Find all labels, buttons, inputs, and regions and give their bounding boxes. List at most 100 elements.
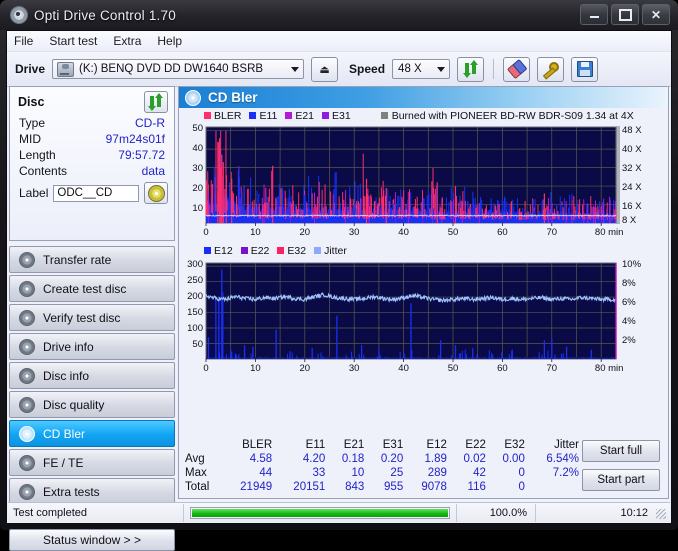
sidebar-item-label: Disc quality [43, 397, 105, 412]
eject-button[interactable]: ⏏ [311, 56, 339, 82]
chart2-xtick: 60 [497, 363, 508, 374]
legend-e12: E12 [204, 245, 233, 257]
status-window-label: Status window > > [42, 533, 142, 547]
stats-row-label: Avg [185, 453, 205, 465]
legend-label: E22 [250, 244, 270, 257]
chart1-xtick: 0 [203, 227, 208, 238]
legend-e32: E32 [277, 245, 306, 257]
sidebar-item-drive-info[interactable]: Drive info [9, 333, 175, 360]
settings-button[interactable] [537, 56, 565, 82]
disc-refresh-button[interactable] [144, 91, 168, 113]
legend-swatch [249, 112, 257, 119]
burn-note-label: Burned with PIONEER BD-RW BDR-S09 1.34 a… [391, 109, 634, 122]
stats-col-e21: E21 [343, 439, 365, 451]
refresh-icon [462, 60, 478, 78]
sidebar-item-fe-te[interactable]: FE / TE [9, 449, 175, 476]
sidebar-item-create-test-disc[interactable]: Create test disc [9, 275, 175, 302]
chart1-y2tick: 8 X [622, 215, 637, 226]
sidebar-item-verify-test-disc[interactable]: Verify test disc [9, 304, 175, 331]
chart1-ytick: 40 [192, 143, 203, 154]
maximize-button[interactable] [611, 4, 639, 25]
disc-row-mid: MID 97m24s01f [10, 131, 174, 147]
legend-swatch [240, 247, 248, 254]
legend-label: E21 [295, 109, 315, 122]
disc-row-type: Type CD-R [10, 115, 174, 131]
disc-icon [19, 338, 35, 355]
chart1-xtick: 30 [349, 227, 360, 238]
refresh-button[interactable] [457, 56, 485, 82]
sidebar-item-disc-quality[interactable]: Disc quality [9, 391, 175, 418]
client-area: File Start test Extra Help Drive (K:) BE… [6, 30, 672, 551]
stats-cell: 955 [384, 481, 404, 493]
table-row: Avg 4.58 4.20 0.18 0.20 1.89 0.02 0.00 6… [183, 452, 583, 466]
legend-e11: E11 [249, 110, 277, 122]
toolbar-divider [493, 59, 495, 79]
resize-grip[interactable] [656, 509, 666, 519]
disc-value: 79:57.72 [118, 148, 165, 162]
window-title: Opti Drive Control 1.70 [34, 7, 176, 23]
chart2-y2tick: 4% [622, 316, 636, 327]
progress-percent: 100.0% [456, 503, 536, 522]
menu-file[interactable]: File [14, 34, 33, 48]
sidebar-item-label: Drive info [43, 339, 94, 354]
table-row: Max 44 33 10 25 289 42 0 7.2% [183, 466, 583, 480]
stats-cell: 0.18 [341, 453, 365, 465]
chart2-xtick: 0 [203, 363, 208, 374]
chevron-down-icon [437, 67, 446, 72]
sidebar-item-disc-info[interactable]: Disc info [9, 362, 175, 389]
chart2-xtick: 20 [300, 363, 311, 374]
legend-swatch [277, 247, 285, 254]
disc-value: 97m24s01f [105, 132, 165, 146]
stats-col-e11: E11 [305, 439, 326, 451]
sidebar-item-transfer-rate[interactable]: Transfer rate [9, 246, 175, 273]
erase-button[interactable] [503, 56, 531, 82]
disc-icon [19, 251, 35, 268]
save-button[interactable] [571, 56, 599, 82]
stats-cell: 1.89 [424, 453, 447, 465]
disc-label-input[interactable]: ODC__CD [53, 184, 139, 202]
title-bar: Opti Drive Control 1.70 ✕ [0, 0, 678, 30]
eraser-icon [506, 58, 528, 80]
menu-extra[interactable]: Extra [113, 34, 141, 48]
legend-bler: BLER [204, 110, 241, 122]
chart1-xtick: 40 [398, 227, 409, 238]
chart2-ytick: 250 [187, 275, 203, 286]
speed-select[interactable]: 48 X [392, 59, 451, 79]
start-part-label: Start part [597, 474, 645, 486]
drive-select[interactable]: (K:) BENQ DVD DD DW1640 BSRB [52, 59, 305, 79]
drive-icon [57, 61, 75, 77]
chart2-y2tick: 8% [622, 278, 636, 289]
sidebar-item-label: Extra tests [43, 484, 100, 499]
save-icon [576, 61, 593, 77]
start-part-button[interactable]: Start part [582, 469, 660, 491]
drive-select-value: (K:) BENQ DVD DD DW1640 BSRB [79, 63, 264, 75]
disc-row-length: Length 79:57.72 [10, 147, 174, 163]
stats-cell [529, 480, 583, 494]
close-button[interactable]: ✕ [642, 4, 670, 25]
stats-cell: 25 [390, 467, 404, 479]
status-window-button[interactable]: Status window > > [9, 529, 175, 551]
start-full-label: Start full [599, 445, 643, 457]
legend-jitter: Jitter [314, 245, 347, 257]
chart1-ytick: 50 [192, 123, 203, 134]
disc-open-button[interactable] [144, 182, 168, 204]
sidebar-item-extra-tests[interactable]: Extra tests [9, 478, 175, 505]
chart2-svg: 300 250 200 150 100 50 10% 8% 6% 4% 2% 0… [179, 257, 668, 379]
start-full-button[interactable]: Start full [582, 440, 660, 462]
sidebar-item-label: CD Bler [43, 426, 86, 441]
page-title: CD Bler [208, 90, 258, 105]
stats-cell: 7.2% [552, 467, 579, 479]
sidebar-item-label: Disc info [43, 368, 90, 383]
stats-cell: 0.20 [380, 453, 404, 465]
main-area: Disc Type CD-R MID 97m24s01f Length 79:5… [7, 86, 671, 551]
menu-start-test[interactable]: Start test [49, 34, 97, 48]
disc-key: Contents [19, 164, 68, 178]
minimize-button[interactable] [580, 4, 608, 25]
menu-help[interactable]: Help [157, 34, 182, 48]
sidebar-item-cd-bler[interactable]: CD Bler [9, 420, 175, 447]
disc-panel-header: Disc [10, 87, 174, 115]
disc-icon [19, 396, 35, 413]
disc-icon [19, 483, 35, 500]
stats-row-label: Max [185, 467, 207, 479]
stats-cell: 0 [518, 481, 525, 493]
